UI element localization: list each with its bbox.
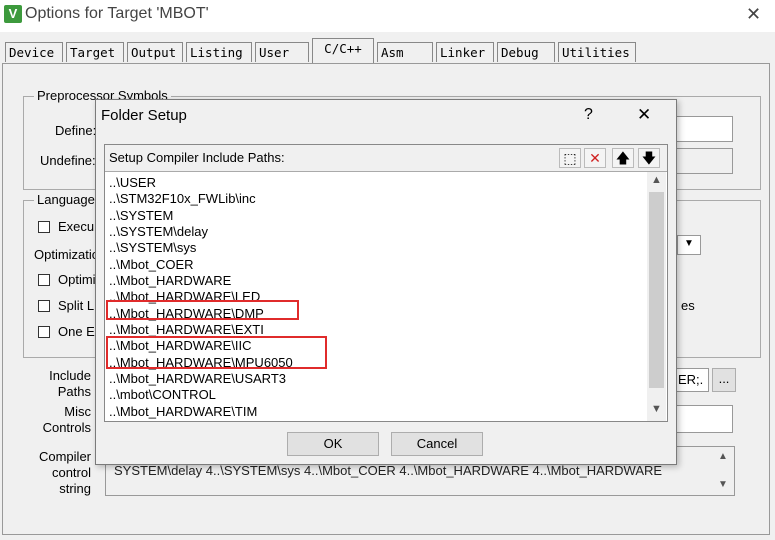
browse-button[interactable]: ...: [712, 368, 736, 392]
tab-cc[interactable]: C/C++: [312, 38, 374, 63]
one-elf-checkbox[interactable]: [38, 326, 50, 338]
delete-icon[interactable]: ✕: [584, 148, 606, 168]
paths-label: Paths: [57, 384, 91, 399]
list-item[interactable]: ..\Mbot_HARDWARE\DMP: [109, 306, 264, 322]
close-icon[interactable]: ✕: [746, 4, 761, 25]
tab-strip: Device Target Output Listing User C/C++ …: [0, 38, 775, 64]
list-item[interactable]: ..\mbot\CONTROL: [109, 387, 216, 403]
split-checkbox[interactable]: [38, 300, 50, 312]
list-item[interactable]: ..\Mbot_HARDWARE\EXTI: [109, 322, 264, 338]
string-label: string: [59, 481, 91, 496]
close-icon[interactable]: ✕: [637, 105, 651, 125]
help-icon[interactable]: ?: [584, 106, 593, 124]
optimization-dropdown[interactable]: ▼: [677, 235, 701, 255]
tab-user[interactable]: User: [255, 42, 309, 62]
define-label: Define:: [55, 123, 97, 138]
list-item[interactable]: ..\Mbot_HARDWARE\TIM: [109, 404, 257, 420]
optimization-label: Optimizatio: [34, 247, 100, 262]
scrollbar-thumb[interactable]: [649, 192, 664, 388]
include-paths-list: Setup Compiler Include Paths: ⬚ ✕ 🡅 🡇 ..…: [104, 144, 668, 422]
undefine-input[interactable]: [673, 148, 733, 174]
list-item[interactable]: ..\Mbot_HARDWARE\MPU6050: [109, 355, 293, 371]
list-item[interactable]: ..\Mbot_HARDWARE\USART3: [109, 371, 286, 387]
list-item[interactable]: ..\Mbot_HARDWARE: [109, 273, 231, 289]
chevron-up-icon[interactable]: ▲: [718, 451, 728, 462]
tab-listing[interactable]: Listing: [186, 42, 252, 62]
list-header: Setup Compiler Include Paths: ⬚ ✕ 🡅 🡇: [105, 145, 667, 172]
list-item[interactable]: ..\SYSTEM\sys: [109, 240, 196, 256]
include-label: Include: [49, 368, 91, 383]
list-item[interactable]: ..\Mbot_COER: [109, 257, 194, 273]
chevron-down-icon[interactable]: ▼: [651, 403, 662, 415]
chevron-down-icon: ▼: [684, 238, 694, 249]
optimize-checkbox[interactable]: [38, 274, 50, 286]
undefine-label: Undefine:: [40, 153, 96, 168]
dialog-title: Folder Setup: [101, 107, 187, 124]
chevron-down-icon[interactable]: ▼: [718, 479, 728, 490]
define-input[interactable]: [673, 116, 733, 142]
misc-label: Misc: [64, 404, 91, 419]
ies-text: es: [681, 298, 695, 313]
tab-linker[interactable]: Linker: [436, 42, 494, 62]
chevron-up-icon[interactable]: ▲: [651, 174, 662, 186]
tab-output[interactable]: Output: [127, 42, 183, 62]
language-title: Language: [34, 192, 98, 207]
move-up-icon[interactable]: 🡅: [612, 148, 634, 168]
one-elf-label: One E: [58, 324, 95, 339]
title-bar: V Options for Target 'MBOT' ✕: [0, 0, 775, 32]
ok-button[interactable]: OK: [287, 432, 379, 456]
list-item[interactable]: ..\STM32F10x_FWLib\inc: [109, 191, 256, 207]
tab-device[interactable]: Device: [5, 42, 63, 62]
execute-checkbox[interactable]: [38, 221, 50, 233]
cancel-button[interactable]: Cancel: [391, 432, 483, 456]
compiler-string-text: SYSTEM\delay 4..\SYSTEM\sys 4..\Mbot_COE…: [114, 463, 663, 478]
include-paths-input[interactable]: ER;.: [673, 368, 709, 392]
list-item[interactable]: ..\Mbot_HARDWARE\LED: [109, 289, 260, 305]
controls-label: Controls: [42, 420, 91, 435]
tab-debug[interactable]: Debug: [497, 42, 555, 62]
move-down-icon[interactable]: 🡇: [638, 148, 660, 168]
list-scrollbar[interactable]: ▲ ▼: [647, 172, 666, 421]
tab-utilities[interactable]: Utilities: [558, 42, 636, 62]
path-list: ..\USER ..\STM32F10x_FWLib\inc ..\SYSTEM…: [109, 175, 645, 421]
list-item[interactable]: ..\USER: [109, 175, 156, 191]
split-label: Split L: [58, 298, 95, 313]
tab-target[interactable]: Target: [66, 42, 124, 62]
misc-controls-input[interactable]: [673, 405, 733, 433]
new-folder-icon[interactable]: ⬚: [559, 148, 581, 168]
compiler-label: Compiler: [38, 449, 91, 464]
folder-setup-dialog: Folder Setup ? ✕ Setup Compiler Include …: [95, 99, 677, 465]
optimize-label: Optimi: [58, 272, 96, 287]
list-item[interactable]: ..\SYSTEM\delay: [109, 224, 208, 240]
window-title: Options for Target 'MBOT': [25, 5, 209, 22]
list-item[interactable]: ..\SYSTEM: [109, 208, 173, 224]
tab-asm[interactable]: Asm: [377, 42, 433, 62]
control-label: control: [51, 465, 91, 480]
execute-label: Execu: [58, 219, 95, 234]
list-header-label: Setup Compiler Include Paths:: [109, 150, 285, 165]
app-icon: V: [4, 5, 22, 23]
list-item[interactable]: ..\Mbot_HARDWARE\IIC: [109, 338, 252, 354]
